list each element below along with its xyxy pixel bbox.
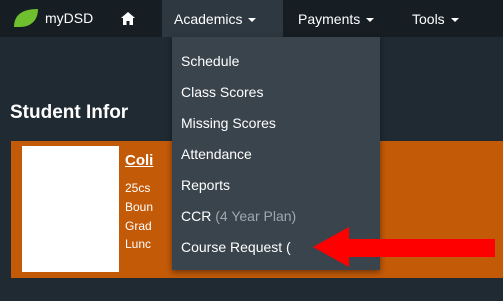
student-detail-line: Grad [125,219,152,233]
brand-link[interactable]: myDSD [12,7,93,29]
student-detail-line: Boun [125,200,154,214]
menu-item-label: Class Scores [181,84,264,100]
menu-item-label: Course Request ( [181,239,291,255]
academics-dropdown-menu: Schedule Class Scores Missing Scores Att… [172,37,380,270]
menu-item-class-scores[interactable]: Class Scores [181,83,263,101]
nav-tools-label: Tools [412,10,445,27]
brand-text: myDSD [45,10,94,26]
student-detail-line: Lunc [125,237,152,251]
nav-academics[interactable]: Academics [162,0,283,37]
menu-item-sublabel: (4 Year Plan) [211,208,297,224]
nav-payments[interactable]: Payments [298,0,375,37]
page-title: Student Infor [10,102,129,123]
menu-item-label: Reports [181,177,231,193]
student-name-link[interactable]: Coli [125,152,153,169]
menu-item-schedule[interactable]: Schedule [181,52,239,70]
chevron-down-icon [450,17,459,22]
nav-academics-label: Academics [174,10,243,27]
menu-item-label: Attendance [181,146,252,162]
student-detail-line: 25cs [125,181,151,195]
student-photo [22,146,119,272]
menu-item-reports[interactable]: Reports [181,176,230,194]
chevron-down-icon [248,17,257,22]
top-navbar: myDSD Academics Payments Tools [0,0,503,37]
chevron-down-icon [366,17,375,22]
menu-item-missing-scores[interactable]: Missing Scores [181,114,276,132]
home-link[interactable] [117,0,139,37]
menu-item-attendance[interactable]: Attendance [181,145,252,163]
nav-tools[interactable]: Tools [412,0,459,37]
nav-payments-label: Payments [298,10,361,27]
menu-item-label: CCR [181,208,212,224]
leaf-logo-icon [14,9,38,27]
menu-item-course-request[interactable]: Course Request ( [181,238,291,256]
menu-item-ccr[interactable]: CCR (4 Year Plan) [181,207,296,225]
menu-item-label: Missing Scores [181,115,276,131]
home-icon [121,12,135,25]
menu-item-label: Schedule [181,53,240,69]
